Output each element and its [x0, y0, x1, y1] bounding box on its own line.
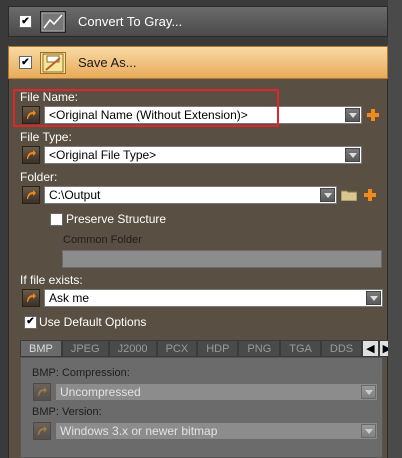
if-file-exists-label: If file exists:: [20, 273, 83, 287]
file-type-label: File Type:: [20, 130, 72, 144]
if-exists-value: Ask me: [49, 291, 90, 305]
orange-arrow-icon: [38, 426, 47, 435]
orange-arrow-icon: [38, 387, 47, 396]
save-as-header[interactable]: ✔ Save As...: [8, 46, 388, 79]
chevron-down-icon[interactable]: [345, 148, 360, 162]
plus-icon: [367, 109, 379, 121]
folder-add-button[interactable]: [364, 189, 376, 201]
tab-bmp[interactable]: BMP: [20, 340, 62, 357]
tab-j2000[interactable]: J2000: [108, 340, 157, 357]
bmp-version-value: Windows 3.x or newer bitmap: [60, 424, 218, 438]
tab-pcx[interactable]: PCX: [156, 340, 198, 357]
file-type-combo[interactable]: <Original File Type>: [44, 146, 362, 164]
common-folder-label: Common Folder: [63, 234, 142, 246]
use-default-options-label: Use Default Options: [39, 315, 147, 329]
common-folder-input[interactable]: [62, 250, 382, 268]
tab-tga[interactable]: TGA: [280, 340, 321, 357]
preserve-structure-label: Preserve Structure: [66, 212, 167, 226]
file-type-value: <Original File Type>: [49, 148, 157, 162]
file-type-variable-button[interactable]: [22, 146, 40, 164]
file-name-highlight: [13, 89, 279, 127]
file-name-add-button[interactable]: [367, 109, 379, 121]
bmp-version-combo[interactable]: Windows 3.x or newer bitmap: [55, 422, 378, 440]
if-exists-variable-button[interactable]: [22, 289, 40, 307]
browse-folder-button[interactable]: [341, 189, 357, 201]
orange-arrow-icon: [27, 190, 36, 199]
orange-arrow-icon: [27, 293, 36, 302]
folder-label: Folder:: [20, 170, 58, 184]
tab-jpeg[interactable]: JPEG: [61, 340, 109, 357]
folder-combo[interactable]: C:\Output: [44, 186, 337, 204]
chevron-down-icon[interactable]: [345, 108, 360, 122]
bmp-compression-value: Uncompressed: [60, 385, 141, 399]
convert-to-gray-title: Convert To Gray...: [78, 14, 183, 29]
tab-hdp[interactable]: HDP: [197, 340, 239, 357]
chevron-down-icon[interactable]: [361, 385, 376, 399]
bmp-version-label: BMP: Version:: [32, 406, 102, 418]
if-exists-combo[interactable]: Ask me: [44, 289, 383, 307]
tab-dds[interactable]: DDS: [320, 340, 363, 357]
vertical-scrollbar[interactable]: [388, 0, 402, 458]
save-as-icon: [40, 51, 66, 74]
bmp-compression-variable-button[interactable]: [33, 383, 51, 401]
convert-to-gray-header[interactable]: ✔ Convert To Gray...: [8, 6, 388, 37]
bmp-compression-combo[interactable]: Uncompressed: [55, 383, 378, 401]
chevron-down-icon[interactable]: [366, 291, 381, 305]
save-as-title: Save As...: [78, 55, 137, 70]
plus-icon: [364, 189, 376, 201]
format-tabs: BMP JPEG J2000 PCX HDP PNG TGA DDS ◀ ▶: [20, 340, 396, 357]
chevron-down-icon[interactable]: [320, 188, 335, 202]
folder-icon: [341, 190, 357, 201]
tab-scroll-left-button[interactable]: ◀: [362, 340, 379, 357]
convert-to-gray-checkbox[interactable]: ✔: [19, 15, 32, 28]
orange-arrow-icon: [27, 150, 36, 159]
bmp-compression-label: BMP: Compression:: [32, 367, 130, 379]
bmp-version-variable-button[interactable]: [33, 422, 51, 440]
tab-png[interactable]: PNG: [238, 340, 281, 357]
save-as-checkbox[interactable]: ✔: [19, 56, 32, 69]
preserve-structure-checkbox[interactable]: [50, 213, 63, 226]
use-default-options-checkbox[interactable]: ✔: [24, 316, 37, 329]
chevron-down-icon[interactable]: [361, 424, 376, 438]
convert-gray-icon: [40, 10, 66, 33]
folder-value: C:\Output: [49, 188, 101, 202]
folder-variable-button[interactable]: [22, 186, 40, 204]
